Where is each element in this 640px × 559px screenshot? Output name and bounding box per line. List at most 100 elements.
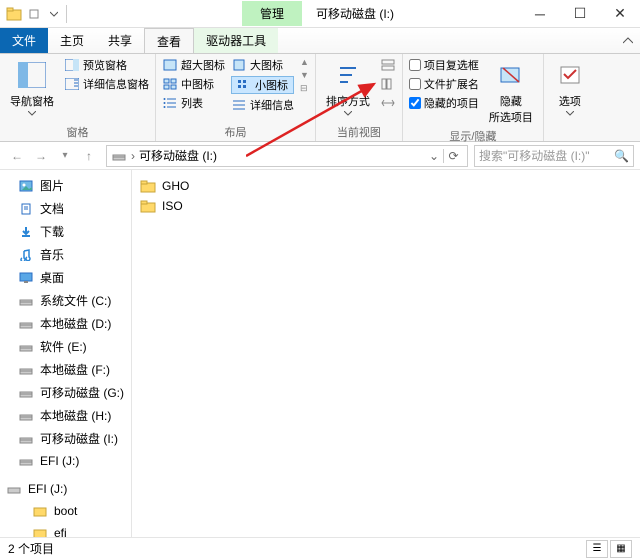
sidebar-item[interactable]: 本地磁盘 (F:) bbox=[0, 358, 131, 381]
drive-icon bbox=[18, 362, 34, 378]
sidebar-item[interactable]: 系统文件 (C:) bbox=[0, 289, 131, 312]
address-dropdown-button[interactable]: ⌄ bbox=[429, 149, 439, 163]
sidebar-item-label: 文档 bbox=[40, 200, 64, 217]
add-columns-button[interactable] bbox=[380, 76, 396, 92]
drive-icon bbox=[18, 385, 34, 401]
file-item[interactable]: ISO bbox=[140, 196, 632, 216]
close-button[interactable]: ✕ bbox=[600, 0, 640, 27]
drive-icon bbox=[18, 453, 34, 469]
medium-icon bbox=[162, 76, 178, 92]
file-item[interactable]: GHO bbox=[140, 176, 632, 196]
hidden-items-toggle[interactable]: 隐藏的项目 bbox=[409, 95, 479, 111]
sidebar-item[interactable]: 可移动磁盘 (G:) bbox=[0, 381, 131, 404]
chevron-down-icon bbox=[344, 111, 352, 116]
refresh-button[interactable]: ⟳ bbox=[443, 149, 463, 163]
sidebar-item[interactable]: 本地磁盘 (D:) bbox=[0, 312, 131, 335]
sidebar-item[interactable]: 下载 bbox=[0, 220, 131, 243]
nav-history-button[interactable]: ▾ bbox=[54, 145, 76, 167]
ribbon: 导航窗格 预览窗格 详细信息窗格 窗格 超大图标 中图标 列表 bbox=[0, 54, 640, 142]
file-name: ISO bbox=[162, 199, 183, 213]
layout-large[interactable]: 大图标 bbox=[231, 57, 294, 73]
extra-large-icon bbox=[162, 57, 178, 73]
drive-icon bbox=[18, 316, 34, 332]
address-bar[interactable]: › 可移动磁盘 (I:) ⌄ ⟳ bbox=[106, 145, 468, 167]
file-ext-toggle[interactable]: 文件扩展名 bbox=[409, 76, 479, 92]
sidebar[interactable]: 图片文档下载音乐桌面系统文件 (C:) 本地磁盘 (D:) 软件 (E:) 本地磁盘 … bbox=[0, 170, 132, 537]
sidebar-item[interactable]: 桌面 bbox=[0, 266, 131, 289]
sidebar-item[interactable]: 软件 (E:) bbox=[0, 335, 131, 358]
item-checkboxes-toggle[interactable]: 项目复选框 bbox=[409, 57, 479, 73]
folder-app-icon bbox=[6, 6, 22, 22]
nav-up-button[interactable]: ↑ bbox=[78, 145, 100, 167]
tab-home[interactable]: 主页 bbox=[48, 28, 96, 53]
options-label: 选项 bbox=[559, 93, 581, 109]
address-row: ← → ▾ ↑ › 可移动磁盘 (I:) ⌄ ⟳ 搜索"可移动磁盘 (I:)" … bbox=[0, 142, 640, 170]
group-by-button[interactable] bbox=[380, 57, 396, 73]
sidebar-item[interactable]: 可移动磁盘 (I:) bbox=[0, 427, 131, 450]
sidebar-item-label: 本地磁盘 (F:) bbox=[40, 361, 110, 378]
hidden-items-checkbox[interactable] bbox=[409, 97, 421, 109]
hide-selected-button[interactable]: 隐藏 所选项目 bbox=[485, 57, 537, 127]
item-checkboxes-checkbox[interactable] bbox=[409, 59, 421, 71]
picture-icon bbox=[18, 178, 34, 194]
tab-file[interactable]: 文件 bbox=[0, 28, 48, 53]
sidebar-item[interactable]: EFI (J:) bbox=[0, 450, 131, 472]
breadcrumb-sep: › bbox=[131, 149, 135, 163]
ribbon-collapse-button[interactable] bbox=[616, 28, 640, 53]
layout-small[interactable]: 小图标 bbox=[231, 76, 294, 94]
preview-pane-button[interactable]: 预览窗格 bbox=[64, 57, 149, 73]
file-ext-checkbox[interactable] bbox=[409, 78, 421, 90]
nav-back-button[interactable]: ← bbox=[6, 145, 28, 167]
small-icon bbox=[236, 77, 252, 93]
layout-extra-large[interactable]: 超大图标 bbox=[162, 57, 225, 73]
sidebar-item-efi[interactable]: efi bbox=[0, 522, 131, 537]
group-label-panes: 窗格 bbox=[6, 123, 149, 140]
view-details-button[interactable]: ☰ bbox=[586, 540, 608, 558]
drive-icon bbox=[18, 293, 34, 309]
tab-drive-tools[interactable]: 驱动器工具 bbox=[194, 28, 278, 53]
minimize-button[interactable]: ─ bbox=[520, 0, 560, 27]
layout-scroll-down[interactable]: ▼ bbox=[300, 70, 309, 80]
sort-by-button[interactable]: 排序方式 bbox=[322, 57, 374, 118]
breadcrumb-item[interactable]: 可移动磁盘 (I:) bbox=[139, 147, 217, 164]
layout-details[interactable]: 详细信息 bbox=[231, 97, 294, 113]
sidebar-item[interactable]: 音乐 bbox=[0, 243, 131, 266]
sidebar-item-label: 可移动磁盘 (I:) bbox=[40, 430, 118, 447]
nav-pane-icon bbox=[16, 59, 48, 91]
sidebar-item-boot[interactable]: boot bbox=[0, 500, 131, 522]
folder-icon bbox=[32, 503, 48, 519]
layout-list[interactable]: 列表 bbox=[162, 95, 225, 111]
group-by-icon bbox=[380, 57, 396, 73]
nav-forward-button[interactable]: → bbox=[30, 145, 52, 167]
view-icons-button[interactable]: ▦ bbox=[610, 540, 632, 558]
options-button[interactable]: 选项 bbox=[550, 57, 590, 118]
details-pane-button[interactable]: 详细信息窗格 bbox=[64, 76, 149, 92]
size-columns-button[interactable] bbox=[380, 95, 396, 111]
tab-share[interactable]: 共享 bbox=[96, 28, 144, 53]
layout-medium[interactable]: 中图标 bbox=[162, 76, 225, 92]
folder-icon bbox=[140, 198, 156, 214]
qat-pin-icon[interactable] bbox=[26, 6, 42, 22]
layout-more[interactable]: ⊟ bbox=[300, 83, 309, 94]
sort-icon bbox=[332, 59, 364, 91]
sidebar-item-label: EFI (J:) bbox=[40, 454, 79, 468]
sidebar-group-efi[interactable]: EFI (J:) bbox=[0, 478, 131, 500]
layout-scroll-up[interactable]: ▲ bbox=[300, 57, 309, 67]
folder-icon bbox=[32, 525, 48, 537]
sidebar-item-label: 图片 bbox=[40, 177, 64, 194]
tab-view[interactable]: 查看 bbox=[144, 28, 194, 53]
sidebar-item[interactable]: 文档 bbox=[0, 197, 131, 220]
status-item-count: 2 个项目 bbox=[8, 540, 54, 557]
folder-icon bbox=[140, 178, 156, 194]
add-columns-icon bbox=[380, 76, 396, 92]
sidebar-item-label: 桌面 bbox=[40, 269, 64, 286]
search-box[interactable]: 搜索"可移动磁盘 (I:)" 🔍 bbox=[474, 145, 634, 167]
sidebar-item[interactable]: 图片 bbox=[0, 174, 131, 197]
sidebar-item[interactable]: 本地磁盘 (H:) bbox=[0, 404, 131, 427]
file-list[interactable]: GHO ISO bbox=[132, 170, 640, 537]
qat-dropdown-icon[interactable] bbox=[46, 6, 62, 22]
maximize-button[interactable]: ☐ bbox=[560, 0, 600, 27]
nav-pane-button[interactable]: 导航窗格 bbox=[6, 57, 58, 118]
music-icon bbox=[18, 247, 34, 263]
sidebar-item-label: 本地磁盘 (D:) bbox=[40, 315, 111, 332]
